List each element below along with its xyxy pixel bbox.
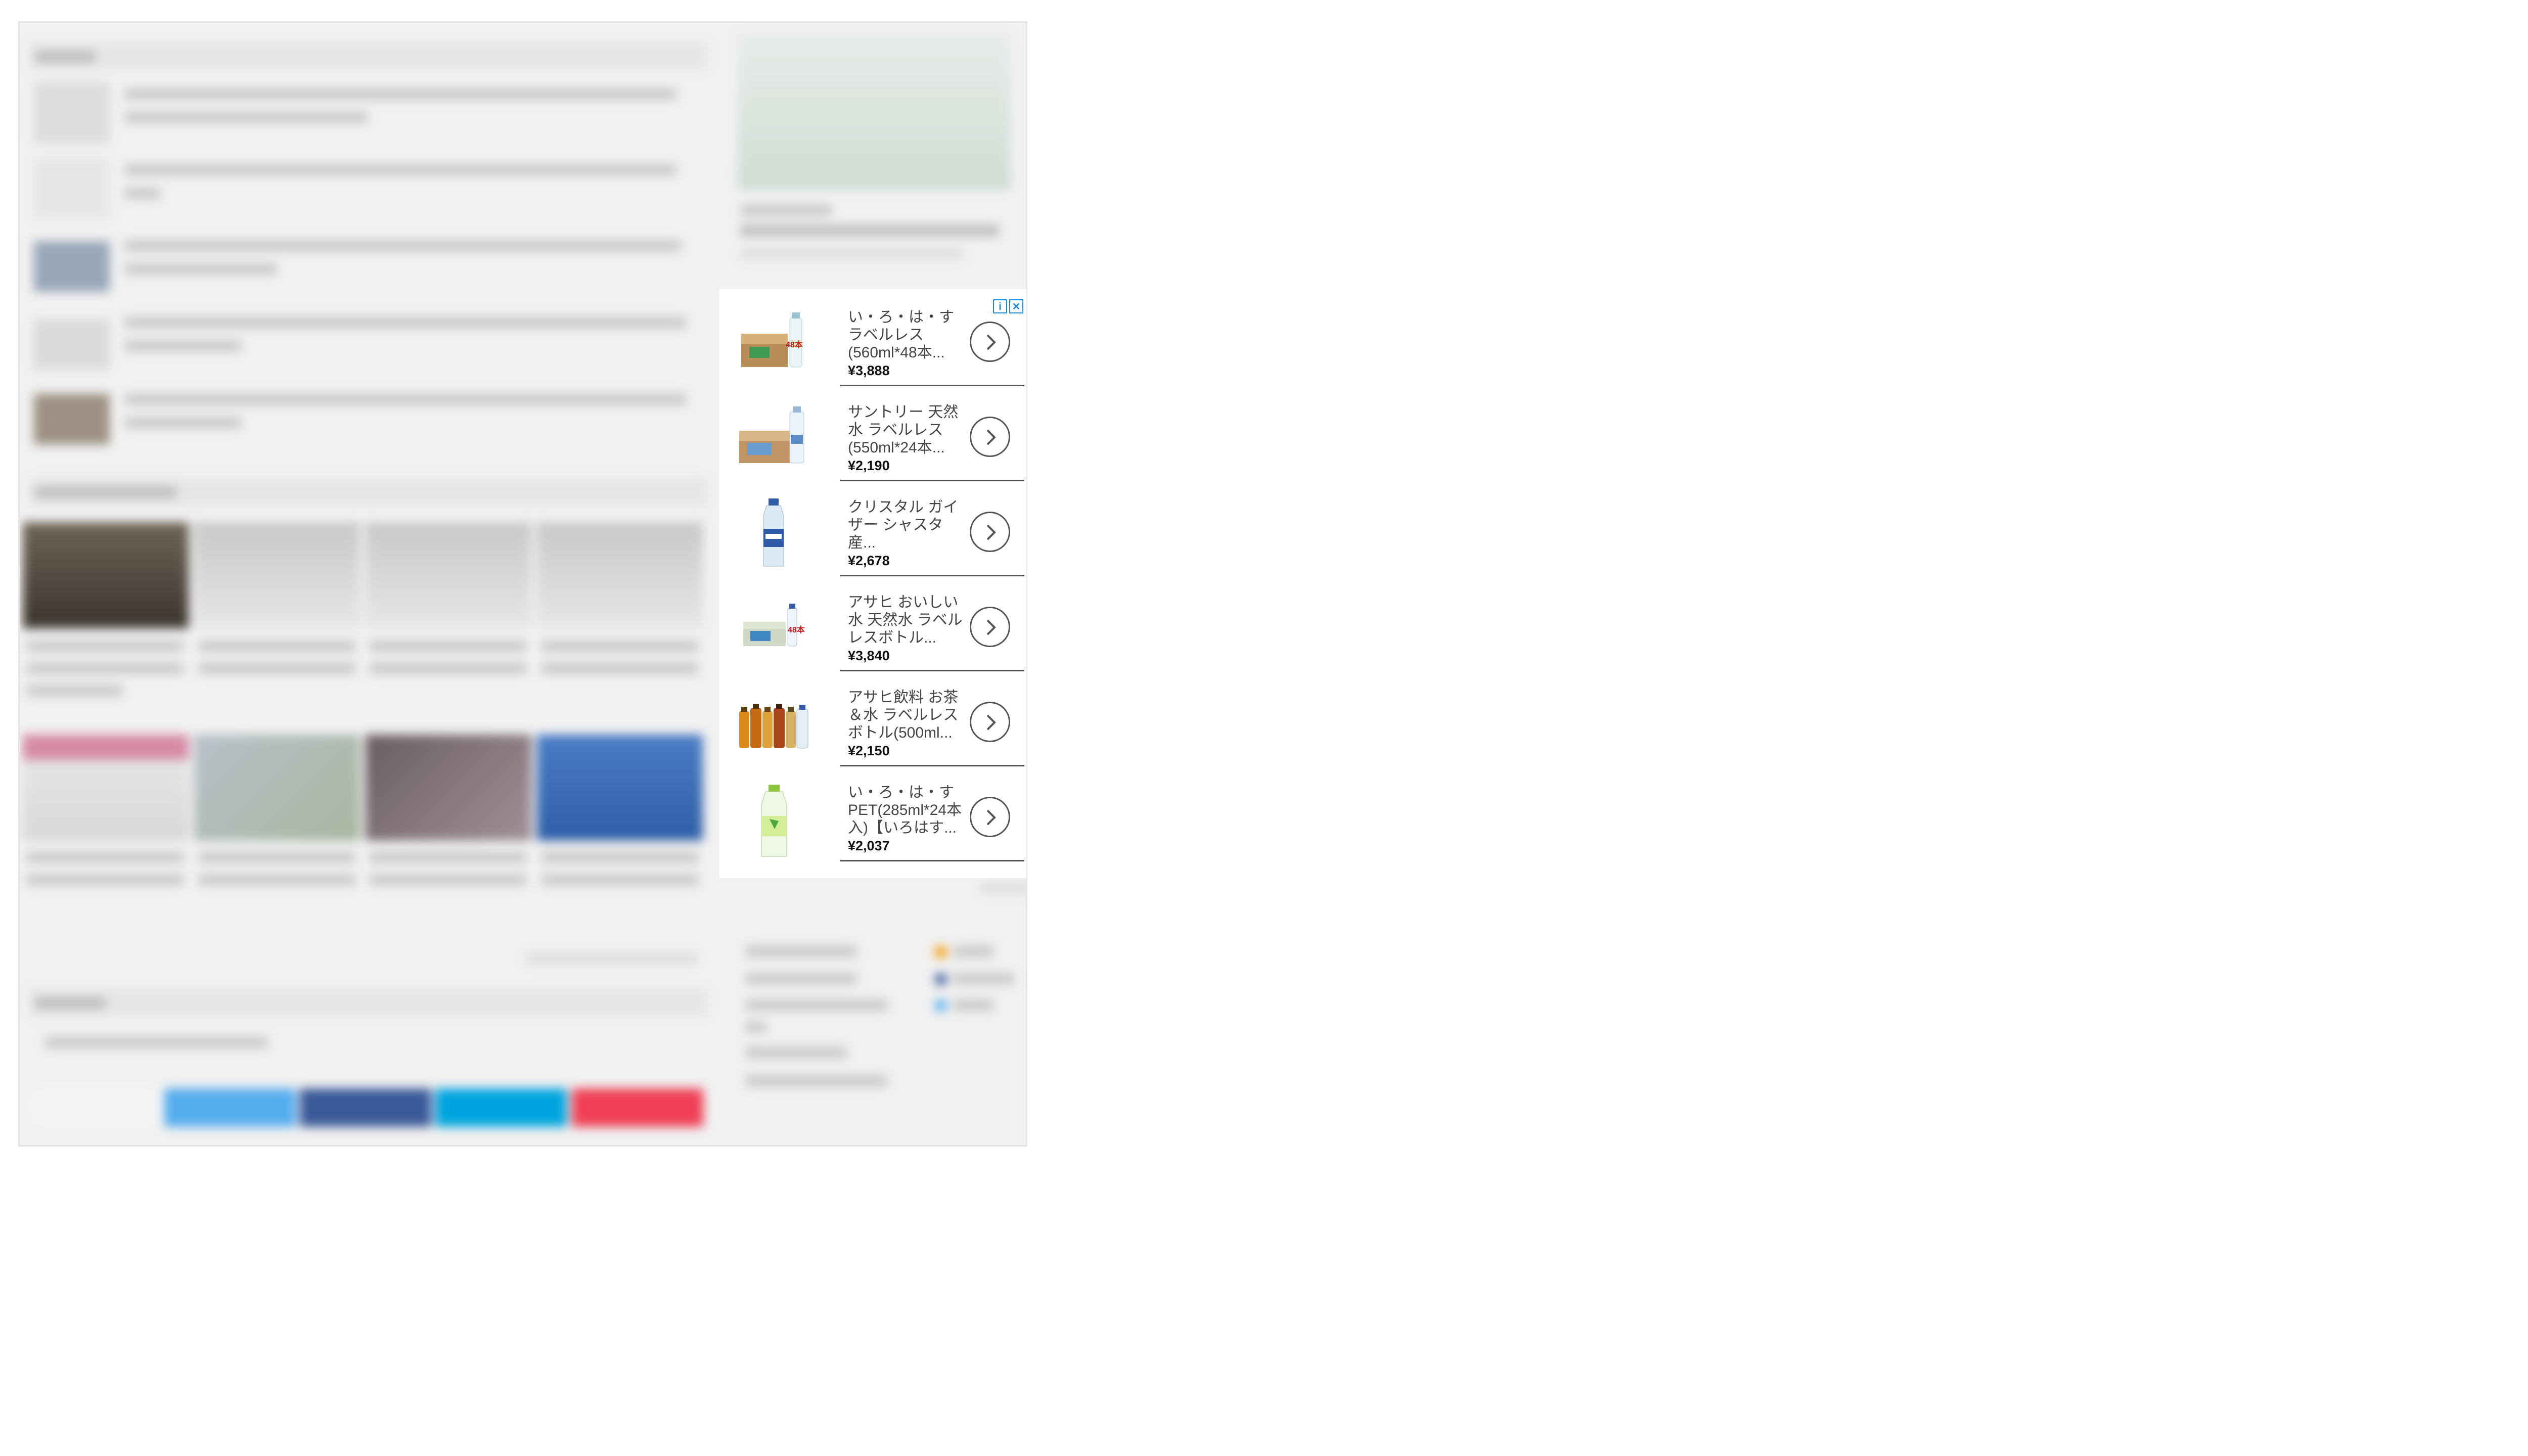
image-label: 48本 [788,626,805,634]
water-bottle-image [737,497,813,567]
ad-product-title[interactable]: サントリー 天然水 ラベルレス (550ml*24本... [848,403,967,457]
ad-product-price: ¥2,037 [848,838,890,853]
ad-product-price: ¥2,190 [848,458,890,473]
product-ad-unit: i ✕ 48本 い・ろ・は・す ラベルレス (560ml*48本... ¥3,8… [719,289,1026,878]
ad-product-item[interactable]: 48本 アサヒ おいしい水 天然水 ラベルレスボトル... ¥3,840 [719,576,1026,671]
ad-product-title[interactable]: アサヒ おいしい水 天然水 ラベルレスボトル... [848,594,967,647]
tea-bottles-image [737,688,813,753]
water-case-image: 48本 [737,307,813,373]
ad-product-price: ¥2,678 [848,553,890,568]
related-articles-header [30,42,707,70]
ad-product-title[interactable]: クリスタル ガイザー シャスタ産... [848,498,967,552]
ad-product-item[interactable]: アサヒ飲料 お茶＆水 ラベルレスボトル(500ml... ¥2,150 [719,671,1026,766]
divider [840,860,1024,861]
ad-product-price: ¥3,840 [848,648,890,663]
image-label: 48本 [786,341,803,349]
ad-product-title[interactable]: い・ろ・は・す ラベルレス (560ml*48本... [848,308,967,361]
ad-product-item[interactable]: 48本 い・ろ・は・す ラベルレス (560ml*48本... ¥3,888 [719,291,1026,386]
chevron-right-icon[interactable] [970,702,1010,742]
ad-product-item[interactable]: クリスタル ガイザー シャスタ産... ¥2,678 [719,481,1026,576]
chevron-right-icon[interactable] [970,607,1010,647]
water-case-image: 48本 [737,593,813,658]
ad-product-item[interactable]: い・ろ・は・す PET(285ml*24本入)【いろはす... ¥2,037 [719,766,1026,861]
water-case-image [737,402,813,468]
water-bottle-image [737,783,813,857]
ad-product-price: ¥2,150 [848,743,890,758]
chevron-right-icon[interactable] [970,797,1010,837]
ad-product-item[interactable]: サントリー 天然水 ラベルレス (550ml*24本... ¥2,190 [719,386,1026,481]
ad-product-price: ¥3,888 [848,363,890,378]
chevron-right-icon[interactable] [970,417,1010,457]
related-links-header [30,988,707,1017]
chevron-right-icon[interactable] [970,512,1010,552]
ad-product-title[interactable]: い・ろ・は・す PET(285ml*24本入)【いろはす... [848,784,967,837]
chevron-right-icon[interactable] [970,322,1010,362]
ad-product-title[interactable]: アサヒ飲料 お茶＆水 ラベルレスボトル(500ml... [848,689,967,742]
